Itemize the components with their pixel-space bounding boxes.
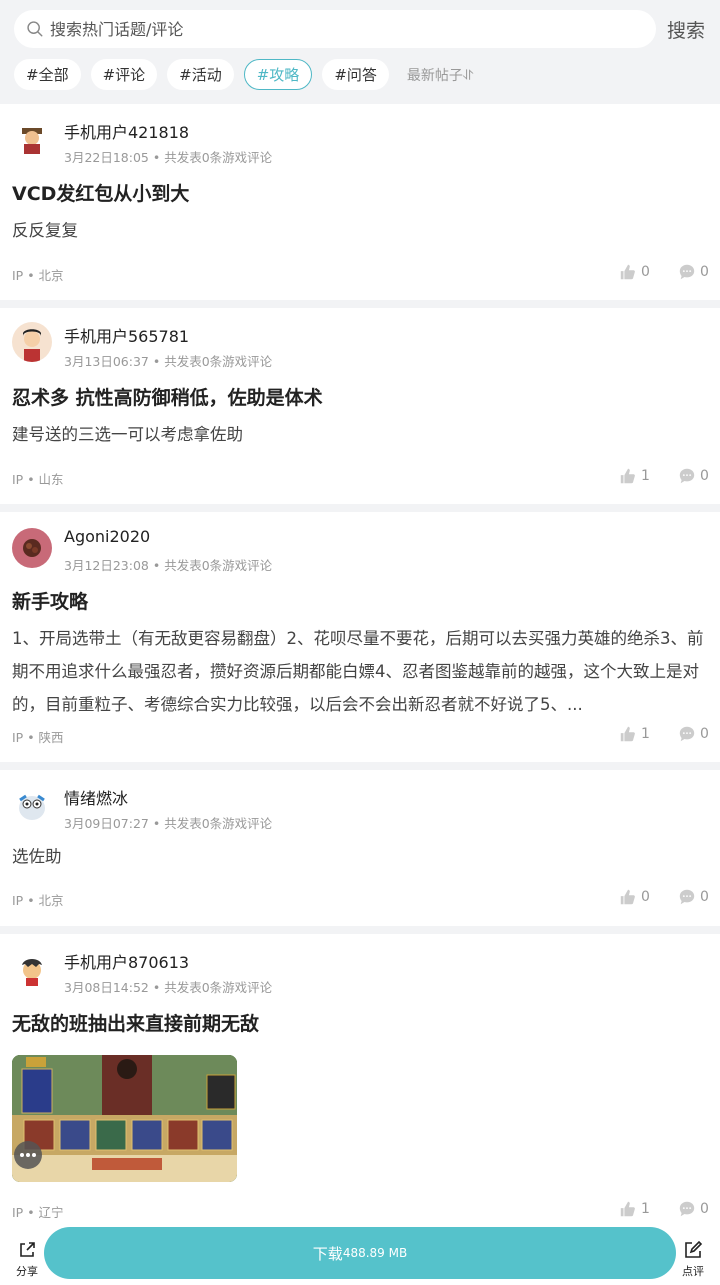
download-button[interactable]: 下载 488.89 MB xyxy=(44,1227,676,1279)
like-button[interactable]: 1 xyxy=(619,725,650,743)
comment-count: 0 xyxy=(700,468,709,484)
like-count: 1 xyxy=(641,1201,650,1217)
ip-location: IP • 山东 xyxy=(12,472,64,487)
tag-review[interactable]: #评论 xyxy=(90,59,158,90)
post-card[interactable]: 情绪燃冰 3月09日07:27 • 共发表0条游戏评论 选佐助 IP • 北京 … xyxy=(0,770,720,926)
top-bar: 搜索 #全部 #评论 #活动 #攻略 #问答 最新帖子⥯ xyxy=(0,0,720,104)
thumbs-up-icon xyxy=(620,468,635,484)
avatar[interactable] xyxy=(12,528,52,568)
like-button[interactable]: 1 xyxy=(619,467,650,485)
ip-location: IP • 北京 xyxy=(12,268,64,283)
ip-location: IP • 陕西 xyxy=(12,730,64,745)
thumbs-up-icon xyxy=(620,264,635,280)
post-card[interactable]: Agoni2020 3月12日23:08 • 共发表0条游戏评论 新手攻略 1、… xyxy=(0,512,720,762)
post-body[interactable]: 选佐助 xyxy=(12,840,708,873)
search-button[interactable]: 搜索 xyxy=(667,16,705,43)
post-card[interactable]: 手机用户421818 3月22日18:05 • 共发表0条游戏评论 VCD发红包… xyxy=(0,104,720,300)
share-button[interactable]: 分享 xyxy=(14,1240,40,1279)
thumbs-up-icon xyxy=(620,1201,635,1217)
username[interactable]: 情绪燃冰 xyxy=(64,785,128,809)
like-count: 0 xyxy=(641,889,650,905)
ip-location: IP • 辽宁 xyxy=(12,1205,64,1220)
tag-guide[interactable]: #攻略 xyxy=(243,59,313,90)
tag-all[interactable]: #全部 xyxy=(14,59,81,90)
bottom-action-bar: 分享 下载 488.89 MB 点评 xyxy=(0,1222,720,1285)
username[interactable]: Agoni2020 xyxy=(64,527,150,546)
post-title[interactable]: VCD发红包从小到大 xyxy=(12,179,189,206)
post-body[interactable]: 建号送的三选一可以考虑拿佐助 xyxy=(12,418,708,451)
comment-count: 0 xyxy=(700,264,709,280)
search-icon xyxy=(27,21,43,37)
avatar[interactable] xyxy=(12,950,52,990)
sort-dropdown[interactable]: 最新帖子⥯ xyxy=(407,65,473,85)
post-body[interactable]: 反反复复 xyxy=(12,214,708,247)
like-button[interactable]: 0 xyxy=(619,263,650,281)
username[interactable]: 手机用户870613 xyxy=(64,949,189,973)
search-input[interactable] xyxy=(50,19,610,39)
comment-button[interactable]: 0 xyxy=(678,1200,709,1218)
post-title[interactable]: 忍术多 抗性高防御稍低，佐助是体术 xyxy=(12,383,323,410)
thumbs-up-icon xyxy=(620,726,635,742)
tag-event[interactable]: #活动 xyxy=(167,59,234,90)
username[interactable]: 手机用户421818 xyxy=(64,119,189,143)
post-body[interactable]: 1、开局选带土（有无敌更容易翻盘）2、花呗尽量不要花，后期可以去买强力英雄的绝杀… xyxy=(12,622,708,721)
post-meta: 3月22日18:05 • 共发表0条游戏评论 xyxy=(64,150,273,165)
comment-button[interactable]: 0 xyxy=(678,725,709,743)
thumbs-up-icon xyxy=(620,889,635,905)
post-card[interactable]: 手机用户565781 3月13日06:37 • 共发表0条游戏评论 忍术多 抗性… xyxy=(0,308,720,504)
comment-icon xyxy=(679,468,695,484)
download-label: 下载 xyxy=(312,1244,343,1263)
post-title[interactable]: 新手攻略 xyxy=(12,587,88,614)
comment-count: 0 xyxy=(700,726,709,742)
comment-button[interactable]: 0 xyxy=(678,888,709,906)
post-card[interactable]: 手机用户870613 3月08日14:52 • 共发表0条游戏评论 无敌的班抽出… xyxy=(0,934,720,1222)
username[interactable]: 手机用户565781 xyxy=(64,323,189,347)
review-label: 点评 xyxy=(682,1265,704,1278)
comment-button[interactable]: 0 xyxy=(678,263,709,281)
post-meta: 3月08日14:52 • 共发表0条游戏评论 xyxy=(64,980,273,995)
post-meta: 3月13日06:37 • 共发表0条游戏评论 xyxy=(64,354,273,369)
like-count: 1 xyxy=(641,726,650,742)
download-size: 488.89 MB xyxy=(342,1246,408,1260)
tag-filter-bar: #全部 #评论 #活动 #攻略 #问答 最新帖子⥯ xyxy=(14,59,473,90)
tag-qa[interactable]: #问答 xyxy=(322,59,389,90)
share-label: 分享 xyxy=(16,1265,38,1278)
comment-count: 0 xyxy=(700,1201,709,1217)
comment-icon xyxy=(679,264,695,280)
avatar[interactable] xyxy=(12,786,52,826)
ip-location: IP • 北京 xyxy=(12,893,64,908)
comment-count: 0 xyxy=(700,889,709,905)
like-button[interactable]: 0 xyxy=(619,888,650,906)
search-box[interactable] xyxy=(14,10,656,48)
comment-icon xyxy=(679,1201,695,1217)
edit-icon xyxy=(685,1240,703,1258)
post-meta: 3月12日23:08 • 共发表0条游戏评论 xyxy=(64,558,273,573)
avatar[interactable] xyxy=(12,322,52,362)
like-button[interactable]: 1 xyxy=(619,1200,650,1218)
post-meta: 3月09日07:27 • 共发表0条游戏评论 xyxy=(64,816,273,831)
comment-button[interactable]: 0 xyxy=(678,467,709,485)
share-icon xyxy=(20,1242,35,1257)
review-button[interactable]: 点评 xyxy=(680,1240,706,1279)
comment-icon xyxy=(679,726,695,742)
post-image[interactable] xyxy=(12,1055,237,1182)
post-title[interactable]: 无敌的班抽出来直接前期无敌 xyxy=(12,1009,259,1036)
comment-icon xyxy=(679,889,695,905)
like-count: 1 xyxy=(641,468,650,484)
avatar[interactable] xyxy=(12,118,52,158)
like-count: 0 xyxy=(641,264,650,280)
